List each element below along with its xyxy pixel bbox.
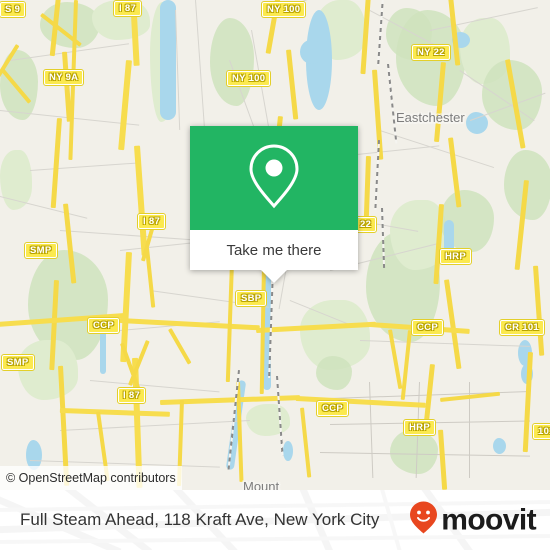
place-label: Mount — [243, 479, 280, 490]
highway-cr101 — [533, 265, 545, 356]
popup-action[interactable]: Take me there — [190, 230, 358, 270]
railway-line — [374, 140, 380, 211]
popup-tail — [261, 270, 287, 283]
map-attribution: © OpenStreetMap contributors — [0, 466, 182, 490]
route-shield: CR 101 — [498, 319, 546, 336]
minor-road — [89, 380, 220, 393]
pond-water — [493, 438, 506, 454]
railway-line — [377, 0, 384, 66]
highway-ccp — [59, 408, 170, 417]
place-label: Eastchester — [396, 110, 465, 125]
highway-ramp — [225, 262, 234, 383]
location-pin-icon — [246, 141, 302, 216]
highway-i87 — [134, 145, 148, 256]
highway-hrp — [438, 429, 448, 490]
route-shield: 22 — [353, 216, 378, 233]
highway-ramp — [300, 407, 312, 478]
river-water — [160, 0, 176, 120]
moovit-brand[interactable]: moovit — [409, 501, 537, 540]
route-shield: HRP — [439, 248, 472, 265]
park-area — [18, 340, 78, 400]
route-shield: NY 22 — [411, 44, 451, 61]
highway-parkway — [360, 0, 371, 75]
highway-ny9a — [50, 118, 62, 209]
map-screenshot: S 9 I 87 NY 100 NY 22 NY 9A NY 100 I 87 22 SMP HR… — [0, 0, 550, 550]
park-area — [246, 404, 290, 436]
park-area — [316, 356, 352, 390]
take-me-there-label: Take me there — [226, 241, 322, 259]
park-area — [40, 2, 100, 48]
minor-road — [30, 162, 140, 171]
attribution-text: © OpenStreetMap contributors — [6, 471, 176, 485]
highway-hrp — [444, 279, 462, 370]
highway-ramp — [145, 247, 156, 308]
route-shield: CCP — [87, 317, 120, 334]
route-shield: HRP — [403, 419, 436, 436]
route-shield: S 9 — [0, 1, 27, 18]
highway-i87 — [118, 60, 132, 151]
popup-header — [190, 126, 358, 230]
railway-line — [387, 63, 398, 144]
route-shield: SBP — [234, 290, 268, 307]
route-shield: CCP — [316, 400, 349, 417]
park-area — [210, 18, 254, 106]
route-shield: SMP — [24, 242, 58, 259]
route-shield: CCP — [411, 319, 444, 336]
minor-road — [359, 340, 530, 347]
route-shield: NY 9A — [42, 69, 85, 86]
route-shield: I 87 — [136, 213, 167, 230]
location-title: Full Steam Ahead, 118 Kraft Ave, New Yor… — [20, 510, 380, 529]
moovit-smiling-pin-icon — [409, 501, 438, 540]
minor-road — [59, 230, 210, 242]
highway-parkway — [363, 156, 371, 227]
route-shield: NY 100 — [260, 1, 307, 18]
park-area — [390, 430, 438, 474]
map-popup-card[interactable]: Take me there — [190, 126, 358, 283]
stream-water — [100, 330, 106, 374]
highway-ramp — [168, 328, 192, 365]
highway-ny100 — [286, 49, 299, 120]
route-shield: NY 100 — [225, 70, 272, 87]
route-shield: I 87 — [112, 0, 143, 17]
pond-water — [283, 441, 293, 461]
minor-road — [195, 0, 206, 130]
route-shield: I 87 — [116, 387, 147, 404]
footer-bar: Full Steam Ahead, 118 Kraft Ave, New Yor… — [0, 490, 550, 550]
route-shield: 101 — [532, 423, 550, 440]
moovit-wordmark: moovit — [441, 503, 536, 536]
minor-road — [60, 420, 250, 431]
route-shield: SMP — [1, 354, 35, 371]
pond-water — [300, 40, 324, 64]
